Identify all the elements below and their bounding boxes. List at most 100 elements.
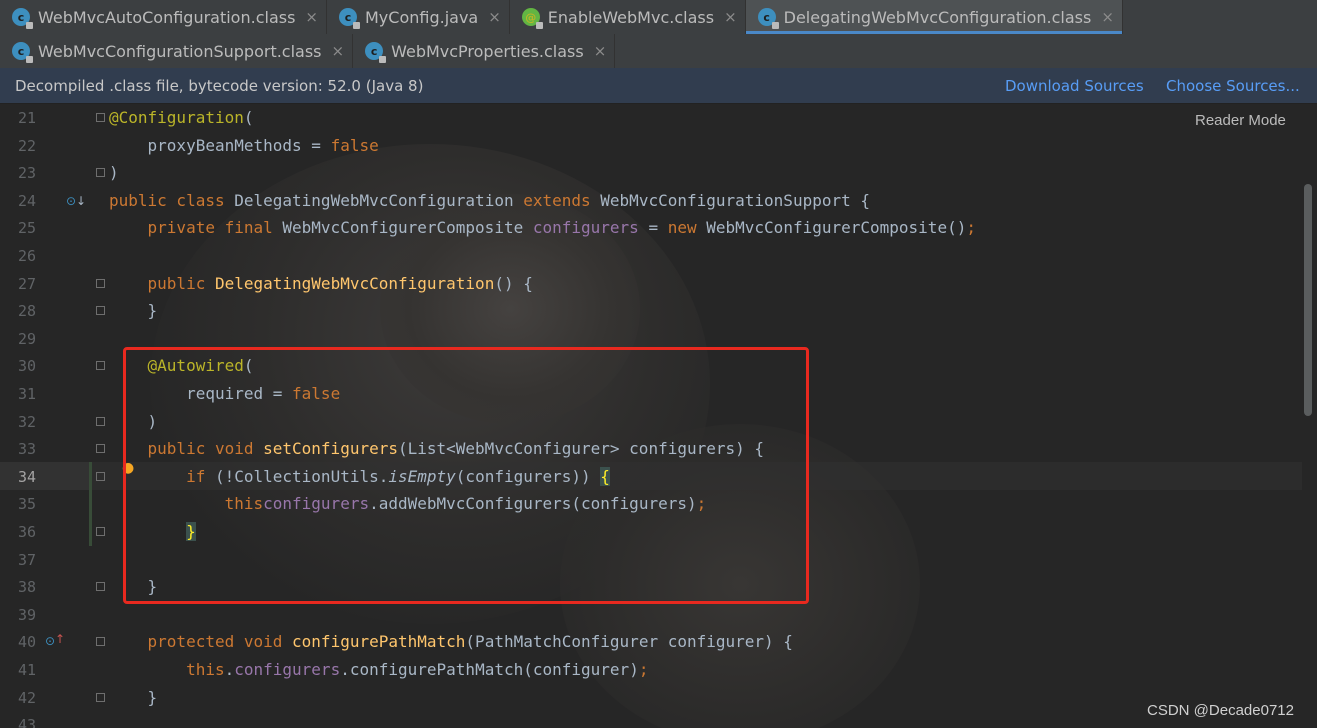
- line-number: 24: [17, 191, 36, 210]
- decompiled-banner: Decompiled .class file, bytecode version…: [0, 68, 1317, 104]
- close-icon[interactable]: ×: [724, 8, 737, 26]
- code-token: new: [667, 218, 707, 238]
- code-token: .: [224, 660, 235, 679]
- code-token: }: [109, 687, 158, 707]
- line-number: 28: [17, 302, 36, 321]
- line-number: 27: [17, 274, 36, 293]
- class-icon: c: [339, 8, 360, 29]
- close-icon[interactable]: ×: [305, 8, 318, 26]
- code-token: WebMvcConfigurerComposite(): [706, 218, 967, 238]
- code-line[interactable]: ): [109, 159, 119, 187]
- tab-label: WebMvcConfigurationSupport.class: [38, 41, 322, 61]
- code-token: public class: [109, 190, 235, 210]
- tab-row-1: c WebMvcAutoConfiguration.class × c MyConfig…: [0, 0, 1123, 34]
- code-line[interactable]: public class DelegatingWebMvcConfigurati…: [109, 187, 870, 215]
- lock-icon: [535, 22, 543, 29]
- line-number: 22: [17, 136, 36, 155]
- code-line[interactable]: }: [109, 684, 158, 712]
- code-token: configurers: [234, 660, 341, 679]
- line-number: 29: [17, 329, 36, 348]
- fold-marker-icon[interactable]: [96, 637, 105, 647]
- code-line[interactable]: @Configuration(: [109, 104, 254, 132]
- tab-webmvcproperties-class[interactable]: c WebMvcProperties.class ×: [353, 34, 616, 68]
- choose-sources-link[interactable]: Choose Sources...: [1166, 77, 1300, 95]
- reader-mode-toggle[interactable]: Reader Mode: [1195, 112, 1286, 129]
- lock-icon: [353, 22, 360, 29]
- code-token: WebMvcConfigurationSupport {: [600, 190, 870, 210]
- tab-myconfig-java[interactable]: c MyConfig.java ×: [327, 0, 510, 34]
- code-line[interactable]: public DelegatingWebMvcConfiguration() {: [109, 270, 533, 298]
- code-token: DelegatingWebMvcConfiguration: [214, 273, 495, 293]
- code-token: (PathMatchConfigurer configurer) {: [465, 632, 793, 652]
- class-icon: c: [365, 42, 387, 63]
- code-token: ;: [966, 218, 976, 238]
- code-line[interactable]: private final WebMvcConfigurerComposite …: [109, 214, 976, 242]
- line-number: 42: [17, 688, 36, 707]
- line-number: 37: [17, 550, 36, 569]
- fold-marker-icon[interactable]: [96, 416, 105, 426]
- line-number: 33: [17, 440, 36, 459]
- lock-icon: [26, 56, 33, 63]
- line-number: 41: [17, 661, 36, 679]
- code-line[interactable]: }: [109, 297, 158, 325]
- vcs-change-marker[interactable]: [89, 462, 92, 546]
- code-token: =: [638, 218, 668, 238]
- close-icon[interactable]: ×: [1101, 8, 1114, 26]
- close-icon[interactable]: ×: [488, 8, 501, 26]
- line-number: 25: [17, 219, 36, 238]
- code-token: ;: [638, 660, 649, 679]
- watermark: CSDN @Decade0712: [1147, 702, 1294, 719]
- code-token: (: [243, 108, 254, 127]
- line-number: 39: [17, 605, 36, 624]
- fold-marker-icon[interactable]: [96, 306, 105, 316]
- code-token: @Configuration: [109, 108, 244, 127]
- fold-marker-icon[interactable]: [96, 692, 105, 702]
- lock-icon: [26, 22, 33, 29]
- line-number: 43: [17, 716, 36, 728]
- line-number: 23: [17, 164, 36, 183]
- code-line[interactable]: this.configurers.configurePathMatch(conf…: [109, 656, 648, 684]
- line-number: 32: [17, 412, 36, 431]
- code-token: protected void: [109, 632, 293, 652]
- code-token: DelegatingWebMvcConfiguration: [234, 190, 524, 210]
- tab-row-2: c WebMvcConfigurationSupport.class × c WebMv…: [0, 34, 616, 68]
- annotation-icon: @: [521, 8, 543, 29]
- code-token: ): [109, 163, 119, 183]
- code-token: public: [109, 273, 215, 293]
- line-number: 35: [17, 495, 36, 514]
- tab-webmvcautoconfiguration-class[interactable]: c WebMvcAutoConfiguration.class ×: [0, 0, 327, 34]
- class-icon: c: [12, 8, 33, 29]
- fold-marker-icon[interactable]: [96, 582, 105, 592]
- tab-webmvcconfigurationsupport-class[interactable]: c WebMvcConfigurationSupport.class ×: [0, 34, 354, 68]
- code-line[interactable]: protected void configurePathMatch(PathMa…: [109, 628, 793, 656]
- code-line[interactable]: proxyBeanMethods = false: [109, 132, 379, 160]
- code-token: WebMvcConfigurerComposite: [282, 218, 533, 238]
- close-icon[interactable]: ×: [332, 42, 345, 60]
- lock-icon: [771, 22, 779, 29]
- tab-label: WebMvcProperties.class: [391, 41, 584, 61]
- highlight-box: [123, 347, 809, 604]
- tab-enablewebmvc-class[interactable]: @ EnableWebMvc.class ×: [510, 0, 746, 34]
- code-token: configurePathMatch: [292, 632, 466, 652]
- fold-marker-icon[interactable]: [96, 168, 105, 178]
- fold-marker-icon[interactable]: [96, 527, 105, 536]
- download-sources-link[interactable]: Download Sources: [1005, 77, 1144, 95]
- tab-label: DelegatingWebMvcConfiguration.class: [783, 7, 1092, 27]
- code-token: false: [330, 135, 379, 155]
- line-number: 40: [17, 633, 36, 652]
- code-token: proxyBeanMethods =: [109, 135, 331, 155]
- fold-marker-icon[interactable]: [96, 278, 105, 288]
- fold-marker-icon[interactable]: [96, 361, 105, 371]
- fold-marker-icon[interactable]: [96, 444, 105, 454]
- implements-gutter-icon[interactable]: ⊙: [66, 195, 76, 207]
- code-editor[interactable]: 21 22 23 24 25 26 27 28 29 30 31 32 33 34 35 36 37 38 39 40…: [0, 104, 1317, 728]
- fold-marker-icon[interactable]: [96, 471, 105, 481]
- vertical-scrollbar[interactable]: [1304, 184, 1312, 416]
- close-icon[interactable]: ×: [594, 42, 607, 60]
- line-number: 36: [17, 523, 36, 541]
- code-token: configurers: [532, 218, 639, 238]
- code-token: this: [109, 660, 225, 679]
- tab-delegatingwebmvcconfiguration-class[interactable]: c DelegatingWebMvcConfiguration.class ×: [745, 0, 1123, 34]
- overrides-gutter-icon[interactable]: ⊙: [45, 635, 55, 647]
- fold-marker-icon[interactable]: [96, 113, 105, 122]
